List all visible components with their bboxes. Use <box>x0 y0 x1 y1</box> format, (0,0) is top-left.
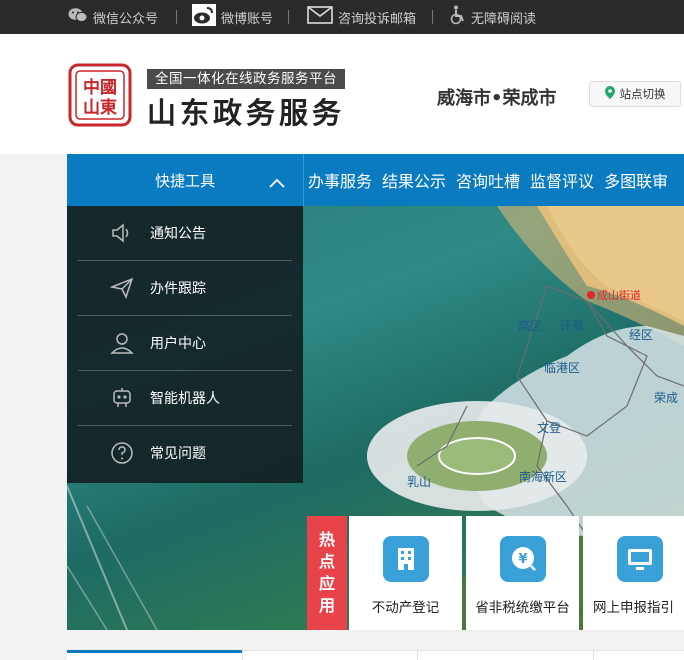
map-label-e: 荣成 <box>654 391 678 405</box>
menu-item-label: 智能机器人 <box>150 391 220 407</box>
menu-item-user-center[interactable]: 用户中心 <box>78 316 292 371</box>
divider <box>288 10 289 24</box>
weibo-icon <box>192 4 216 30</box>
seal-icon: 中國 山東 <box>68 63 132 127</box>
nav-item-consult[interactable]: 咨询吐槽 <box>456 168 520 192</box>
nav-item-supervise[interactable]: 监督评议 <box>530 168 594 192</box>
menu-item-faq[interactable]: 常见问题 <box>78 426 292 481</box>
nav-items: 办事服务 结果公示 咨询吐槽 监督评议 多图联审 <box>308 154 678 206</box>
svg-text:山東: 山東 <box>83 97 117 118</box>
building-icon <box>383 536 429 582</box>
nav-item-multi-review[interactable]: 多图联审 <box>604 168 668 192</box>
hot-app-label: 不动产登记 <box>371 600 440 616</box>
region-name: 威海市•荣成市 <box>437 88 557 109</box>
hot-app-real-estate[interactable]: 不动产登记 <box>349 516 462 630</box>
hot-tag-char: 应 <box>318 574 335 593</box>
nav-item-services[interactable]: 办事服务 <box>308 168 372 192</box>
hot-app-label: 省非税统缴平台 <box>475 600 570 616</box>
menu-item-label: 通知公告 <box>150 226 206 242</box>
menu-item-label: 常见问题 <box>150 446 206 462</box>
logo-seal[interactable]: 中國 山東 <box>67 62 133 128</box>
wheelchair-icon <box>450 5 466 29</box>
accessibility-label: 无障碍阅读 <box>471 11 537 27</box>
menu-item-tracking[interactable]: 办件跟踪 <box>78 261 292 316</box>
site-header: 中國 山東 全国一体化在线政务服务平台 山东政务服务 威海市•荣成市 站点切换 <box>0 34 684 154</box>
map-label-c: 经区 <box>629 328 653 342</box>
weibo-link[interactable]: 微博账号 <box>192 0 273 34</box>
svg-text:¥: ¥ <box>518 552 527 567</box>
site-switch-label: 站点切换 <box>619 87 666 101</box>
quick-tools-label: 快捷工具 <box>154 171 215 190</box>
mail-link[interactable]: 咨询投诉邮箱 <box>307 0 416 34</box>
map-label-g: 乳山 <box>407 475 431 489</box>
wechat-link[interactable]: 微信公众号 <box>68 0 158 34</box>
main-nav: 快捷工具 办事服务 结果公示 咨询吐槽 监督评议 多图联审 <box>67 154 684 206</box>
slogan: 全国一体化在线政务服务平台 <box>147 69 345 89</box>
quick-tools-toggle[interactable]: 快捷工具 <box>67 154 303 206</box>
map-label-h: 南海新区 <box>519 469 567 484</box>
envelope-icon <box>307 6 333 28</box>
svg-text:中國: 中國 <box>83 77 117 98</box>
menu-item-notices[interactable]: 通知公告 <box>78 206 292 261</box>
map-label-b: 环翠 <box>560 319 584 333</box>
tab-divider <box>593 650 594 660</box>
site-title[interactable]: 山东政务服务 <box>147 90 345 132</box>
menu-item-label: 用户中心 <box>150 336 206 352</box>
hot-tag-char: 用 <box>318 596 335 615</box>
site-switch-button[interactable]: 站点切换 <box>589 81 681 107</box>
mail-label: 咨询投诉邮箱 <box>338 11 417 27</box>
divider <box>432 10 433 24</box>
tab-divider <box>417 650 418 660</box>
nav-item-results[interactable]: 结果公示 <box>382 168 446 192</box>
top-bar: 微信公众号 微博账号 咨询投诉邮箱 无障碍阅读 <box>0 0 684 34</box>
hot-tag-char: 点 <box>318 552 335 571</box>
wechat-label: 微信公众号 <box>93 11 159 27</box>
divider <box>176 10 177 24</box>
tab-active-indicator[interactable] <box>67 650 242 653</box>
hot-app-nontax[interactable]: ¥ 省非税统缴平台 <box>466 516 579 630</box>
hot-tag-char: 热 <box>318 530 335 549</box>
map-label-d: 临港区 <box>544 361 580 375</box>
nav-divider <box>303 154 304 206</box>
map-label-f: 文登 <box>537 420 561 435</box>
hot-app-label: 网上申报指引 <box>593 600 674 616</box>
chevron-up-icon <box>269 174 285 192</box>
map-label-center: 成山街道 <box>597 288 641 302</box>
hot-app-declaration[interactable]: 网上申报指引 <box>583 516 684 630</box>
hot-apps-tag: 热 点 应 用 <box>307 516 347 630</box>
wechat-icon <box>68 7 88 27</box>
map-label-a: 高区 <box>518 318 542 333</box>
menu-item-label: 办件跟踪 <box>150 281 206 297</box>
weibo-label: 微博账号 <box>221 11 274 27</box>
robot-icon <box>110 386 134 410</box>
paper-plane-icon <box>109 276 134 300</box>
user-icon <box>110 331 134 355</box>
location-pin-icon <box>604 86 615 102</box>
accessibility-link[interactable]: 无障碍阅读 <box>450 0 536 34</box>
quick-tools-menu: 通知公告 办件跟踪 用户中心 智能机器人 常见问题 <box>67 206 303 483</box>
speaker-icon <box>110 221 134 245</box>
tab-divider <box>242 650 243 660</box>
monitor-icon <box>617 536 663 582</box>
yuan-icon: ¥ <box>500 536 546 582</box>
question-icon <box>110 441 134 465</box>
menu-item-robot[interactable]: 智能机器人 <box>78 371 292 426</box>
